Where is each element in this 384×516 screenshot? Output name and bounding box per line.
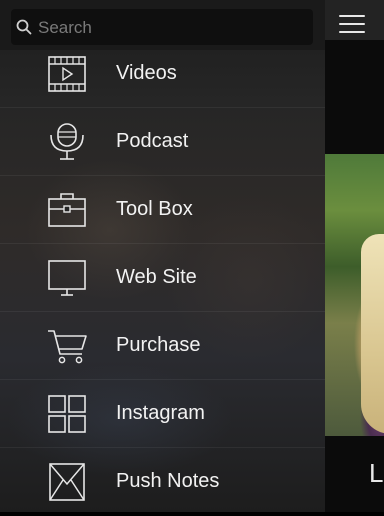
- menu-item-videos[interactable]: Videos: [0, 40, 325, 108]
- menu-item-tool-box[interactable]: Tool Box: [0, 176, 325, 244]
- search-icon: [16, 19, 32, 35]
- menu-item-label: Push Notes: [116, 470, 220, 492]
- main-content: L: [325, 0, 384, 512]
- envelope-icon: [49, 463, 85, 501]
- grid-icon: [48, 395, 86, 433]
- menu-item-label: Purchase: [116, 334, 201, 356]
- menu-item-label: Instagram: [116, 402, 205, 424]
- menu-item-push-notes[interactable]: Push Notes: [0, 448, 325, 516]
- menu-item-label: Videos: [116, 62, 177, 84]
- toolbox-icon: [48, 193, 86, 227]
- menu-item-label: Web Site: [116, 266, 197, 288]
- content-text: L: [369, 458, 384, 488]
- cart-icon: [48, 330, 87, 364]
- side-menu: Videos Podcast Tool Box Web Site: [0, 0, 325, 512]
- top-bar: [325, 0, 384, 40]
- microphone-icon: [50, 123, 84, 160]
- film-icon: [48, 56, 86, 92]
- menu-item-label: Tool Box: [116, 198, 193, 220]
- featured-photo: [325, 154, 384, 436]
- menu-item-web-site[interactable]: Web Site: [0, 244, 325, 312]
- hamburger-menu-icon[interactable]: [339, 14, 365, 34]
- menu-item-instagram[interactable]: Instagram: [0, 380, 325, 448]
- monitor-icon: [48, 260, 86, 296]
- menu-item-podcast[interactable]: Podcast: [0, 108, 325, 176]
- menu-item-label: Podcast: [116, 130, 189, 152]
- menu-item-purchase[interactable]: Purchase: [0, 312, 325, 380]
